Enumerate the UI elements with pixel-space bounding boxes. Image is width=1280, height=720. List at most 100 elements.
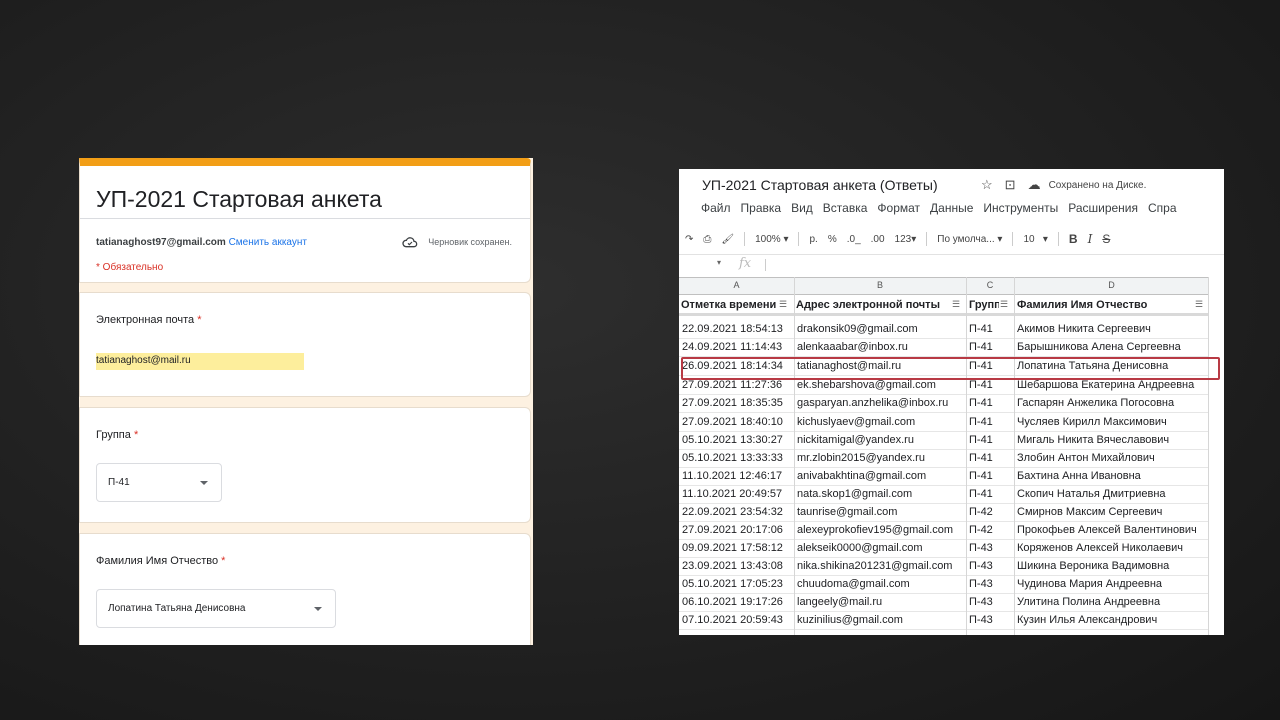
menu-tools[interactable]: Инструменты [983,201,1058,215]
table-cell[interactable]: П-41 [969,397,1013,409]
table-cell[interactable]: П-41 [969,379,1013,391]
name-box-arrow-icon[interactable]: ▾ [717,258,721,267]
table-cell[interactable]: gasparyan.anzhelika@inbox.ru [797,397,965,409]
table-cell[interactable]: Гаспарян Анжелика Погосовна [1017,397,1207,409]
menu-edit[interactable]: Правка [741,201,782,215]
header-cell-email[interactable]: Адрес электронной почты [796,299,950,311]
table-cell[interactable]: 22.09.2021 23:54:32 [682,506,794,518]
table-cell[interactable]: Смирнов Максим Сергеевич [1017,506,1207,518]
move-folder-icon[interactable]: ⊡ [1005,177,1016,193]
menu-insert[interactable]: Вставка [823,201,868,215]
table-cell[interactable]: П-43 [969,542,1013,554]
star-icon[interactable]: ☆ [981,177,993,193]
table-cell[interactable]: П-41 [969,341,1013,353]
table-cell[interactable]: drakonsik09@gmail.com [797,323,965,335]
number-format-button[interactable]: 123▾ [895,234,917,245]
table-cell[interactable]: taunrise@gmail.com [797,506,965,518]
table-cell[interactable]: П-43 [969,614,1013,626]
table-cell[interactable]: Коряженов Алексей Николаевич [1017,542,1207,554]
table-cell[interactable]: Чусляев Кирилл Максимович [1017,416,1207,428]
table-cell[interactable]: П-41 [969,416,1013,428]
table-cell[interactable]: Улитина Полина Андреевна [1017,596,1207,608]
table-cell[interactable]: Злобин Антон Михайлович [1017,452,1207,464]
menu-file[interactable]: Файл [701,201,731,215]
table-cell[interactable]: langeely@mail.ru [797,596,965,608]
menu-data[interactable]: Данные [930,201,973,215]
table-cell[interactable]: П-41 [969,452,1013,464]
table-cell[interactable]: 11.10.2021 12:46:17 [682,470,794,482]
header-cell-fio[interactable]: Фамилия Имя Отчество [1017,299,1187,311]
header-cell-timestamp[interactable]: Отметка времени [681,299,777,311]
table-cell[interactable]: alekseik0000@gmail.com [797,542,965,554]
table-cell[interactable]: Бахтина Анна Ивановна [1017,470,1207,482]
currency-button[interactable]: р. [809,234,817,245]
paint-format-icon[interactable]: 🖌 [721,234,734,245]
menu-view[interactable]: Вид [791,201,813,215]
percent-button[interactable]: % [828,234,837,245]
table-cell[interactable]: 05.10.2021 13:30:27 [682,434,794,446]
table-cell[interactable]: 27.09.2021 20:17:06 [682,524,794,536]
menu-format[interactable]: Формат [877,201,920,215]
font-select[interactable]: По умолча... ▾ [937,234,1002,245]
table-cell[interactable]: Чудинова Мария Андреевна [1017,578,1207,590]
table-cell[interactable]: nika.shikina201231@gmail.com [797,560,965,572]
menu-extensions[interactable]: Расширения [1068,201,1138,215]
table-cell[interactable]: 11.10.2021 20:49:57 [682,488,794,500]
zoom-select[interactable]: 100% ▾ [755,234,788,245]
table-cell[interactable]: kichuslyaev@gmail.com [797,416,965,428]
table-cell[interactable]: nata.skop1@gmail.com [797,488,965,500]
increase-decimal-button[interactable]: .00 [871,234,885,245]
column-header-d[interactable]: D [1014,280,1209,290]
menu-help[interactable]: Спра [1148,201,1177,215]
table-cell[interactable]: mr.zlobin2015@yandex.ru [797,452,965,464]
table-cell[interactable]: П-41 [969,434,1013,446]
table-cell[interactable]: Мигаль Никита Вячеславович [1017,434,1207,446]
decrease-decimal-button[interactable]: .0_ [847,234,861,245]
table-cell[interactable]: П-43 [969,560,1013,572]
table-cell[interactable]: Скопич Наталья Дмитриевна [1017,488,1207,500]
sheet-title[interactable]: УП-2021 Стартовая анкета (Ответы) [702,177,938,193]
table-cell[interactable]: 22.09.2021 18:54:13 [682,323,794,335]
switch-account-link[interactable]: Сменить аккаунт [229,237,307,248]
column-header-a[interactable]: A [679,280,794,290]
table-cell[interactable]: Кузин Илья Александрович [1017,614,1207,626]
table-cell[interactable]: П-42 [969,524,1013,536]
table-cell[interactable]: 27.09.2021 18:35:35 [682,397,794,409]
bold-button[interactable]: B [1069,232,1078,246]
table-cell[interactable]: П-41 [969,470,1013,482]
email-input[interactable]: tatianaghost@mail.ru [96,353,304,370]
table-cell[interactable]: 09.09.2021 17:58:12 [682,542,794,554]
table-cell[interactable]: 06.10.2021 19:17:26 [682,596,794,608]
filter-icon[interactable]: ☰ [779,299,787,310]
table-cell[interactable]: 07.10.2021 20:59:43 [682,614,794,626]
fio-select[interactable]: Лопатина Татьяна Денисовна [96,589,336,628]
table-cell[interactable]: Шикина Вероника Вадимовна [1017,560,1207,572]
redo-icon[interactable]: ↷ [685,234,693,245]
table-cell[interactable]: anivabakhtina@gmail.com [797,470,965,482]
filter-icon[interactable]: ☰ [1000,299,1008,310]
group-select[interactable]: П-41 [96,463,222,502]
strikethrough-button[interactable]: S [1102,232,1110,246]
table-cell[interactable]: 24.09.2021 11:14:43 [682,341,794,353]
header-cell-group[interactable]: Группа [969,299,999,311]
italic-button[interactable]: I [1088,232,1093,246]
table-cell[interactable]: 27.09.2021 18:40:10 [682,416,794,428]
table-cell[interactable]: 27.09.2021 11:27:36 [682,379,794,391]
table-cell[interactable]: П-43 [969,596,1013,608]
table-cell[interactable]: Барышникова Алена Сергеевна [1017,341,1207,353]
table-cell[interactable]: ek.shebarshova@gmail.com [797,379,965,391]
table-cell[interactable]: Прокофьев Алексей Валентинович [1017,524,1207,536]
table-cell[interactable]: П-42 [969,506,1013,518]
table-cell[interactable]: Акимов Никита Сергеевич [1017,323,1207,335]
table-cell[interactable]: 05.10.2021 17:05:23 [682,578,794,590]
table-cell[interactable]: Шебаршова Екатерина Андреевна [1017,379,1207,391]
table-cell[interactable]: 05.10.2021 13:33:33 [682,452,794,464]
table-cell[interactable]: nickitamigal@yandex.ru [797,434,965,446]
font-size-select[interactable]: 10 ▾ [1023,234,1047,245]
filter-icon[interactable]: ☰ [1195,299,1203,310]
table-cell[interactable]: kuzinilius@gmail.com [797,614,965,626]
print-icon[interactable]: ⎙ [703,234,711,245]
table-cell[interactable]: alexeyprokofiev195@gmail.com [797,524,965,536]
table-cell[interactable]: П-41 [969,488,1013,500]
table-cell[interactable]: chuudoma@gmail.com [797,578,965,590]
